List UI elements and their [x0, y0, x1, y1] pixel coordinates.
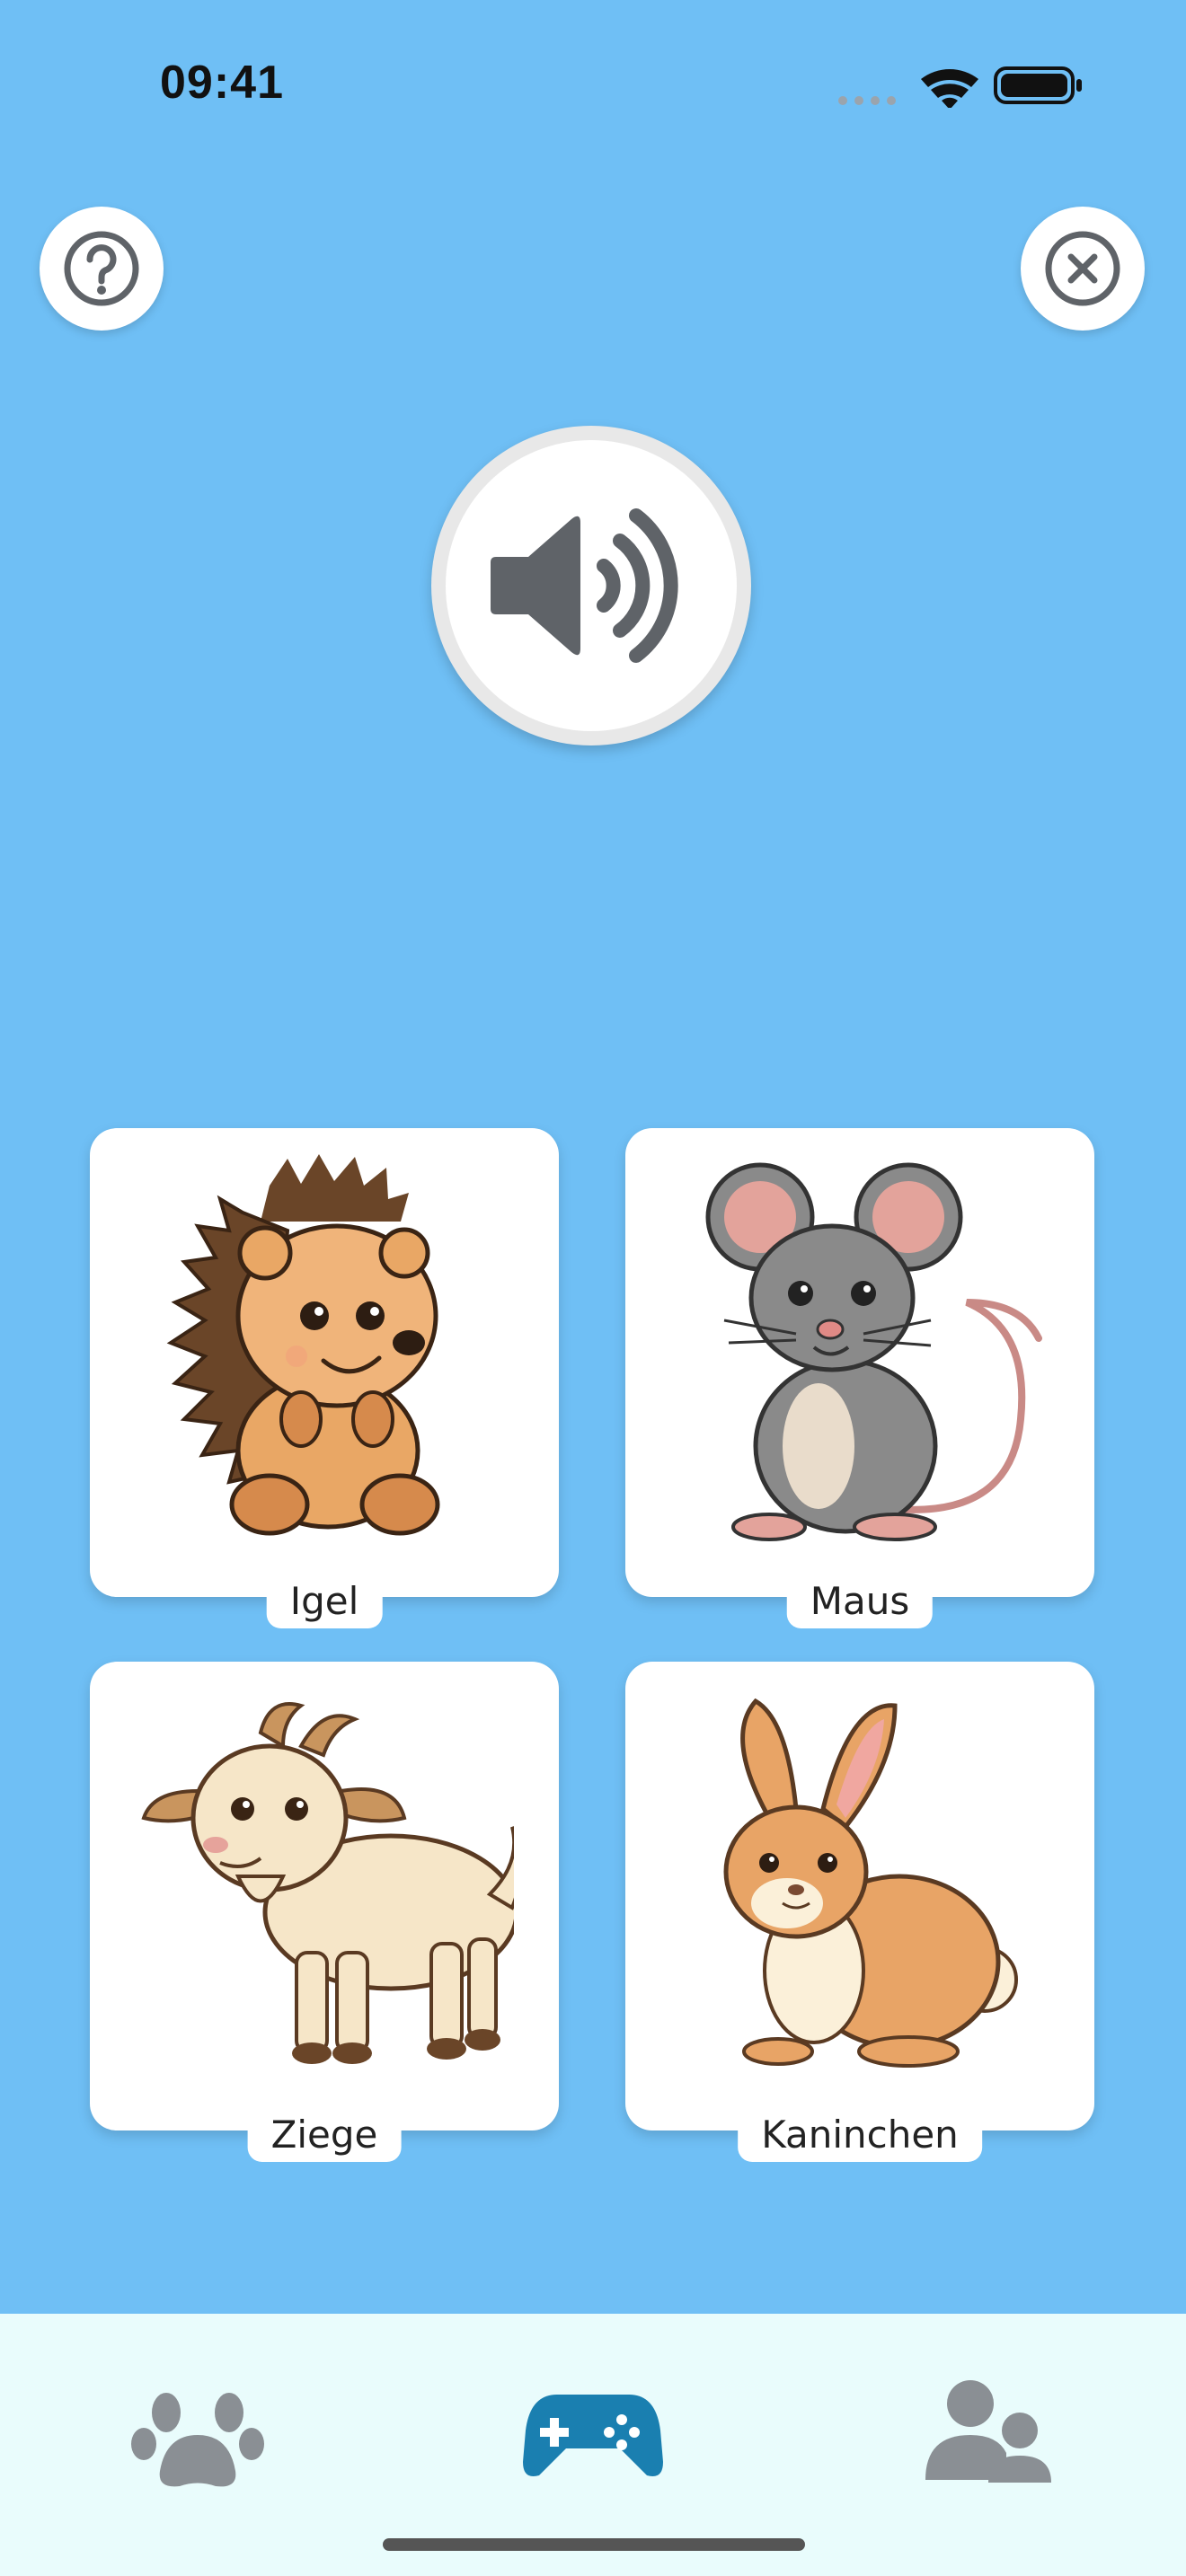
paw-icon [131, 2393, 264, 2487]
play-sound-button[interactable] [431, 426, 751, 745]
tab-profile[interactable] [916, 2368, 1060, 2493]
help-button[interactable] [40, 207, 164, 331]
card-label: Igel [266, 1577, 383, 1628]
card-label: Kaninchen [738, 2111, 982, 2162]
tab-bar [0, 2314, 1186, 2576]
tab-animals[interactable] [126, 2368, 270, 2493]
card-label: Ziege [247, 2111, 402, 2162]
answer-card-maus[interactable]: Maus [625, 1128, 1094, 1628]
rabbit-image [723, 1698, 1018, 2068]
goat-image [141, 1702, 514, 2064]
wifi-icon [921, 68, 978, 110]
users-icon [925, 2380, 1051, 2483]
answer-card-kaninchen[interactable]: Kaninchen [625, 1662, 1094, 2162]
status-icons [836, 63, 1087, 110]
mouse-image [705, 1162, 1042, 1541]
status-time: 09:41 [160, 57, 284, 109]
battery-icon [994, 66, 1082, 104]
speaker-icon [491, 508, 678, 663]
hedgehog-image [166, 1154, 440, 1536]
signal-icon [838, 96, 896, 105]
gamepad-icon [523, 2395, 663, 2476]
answer-card-igel[interactable]: Igel [90, 1128, 559, 1628]
tab-games[interactable] [521, 2368, 665, 2493]
home-indicator[interactable] [383, 2538, 805, 2551]
close-button[interactable] [1021, 207, 1145, 331]
answer-card-ziege[interactable]: Ziege [90, 1662, 559, 2162]
question-mark-icon [64, 231, 139, 306]
close-icon [1045, 231, 1120, 306]
card-label: Maus [786, 1577, 934, 1628]
